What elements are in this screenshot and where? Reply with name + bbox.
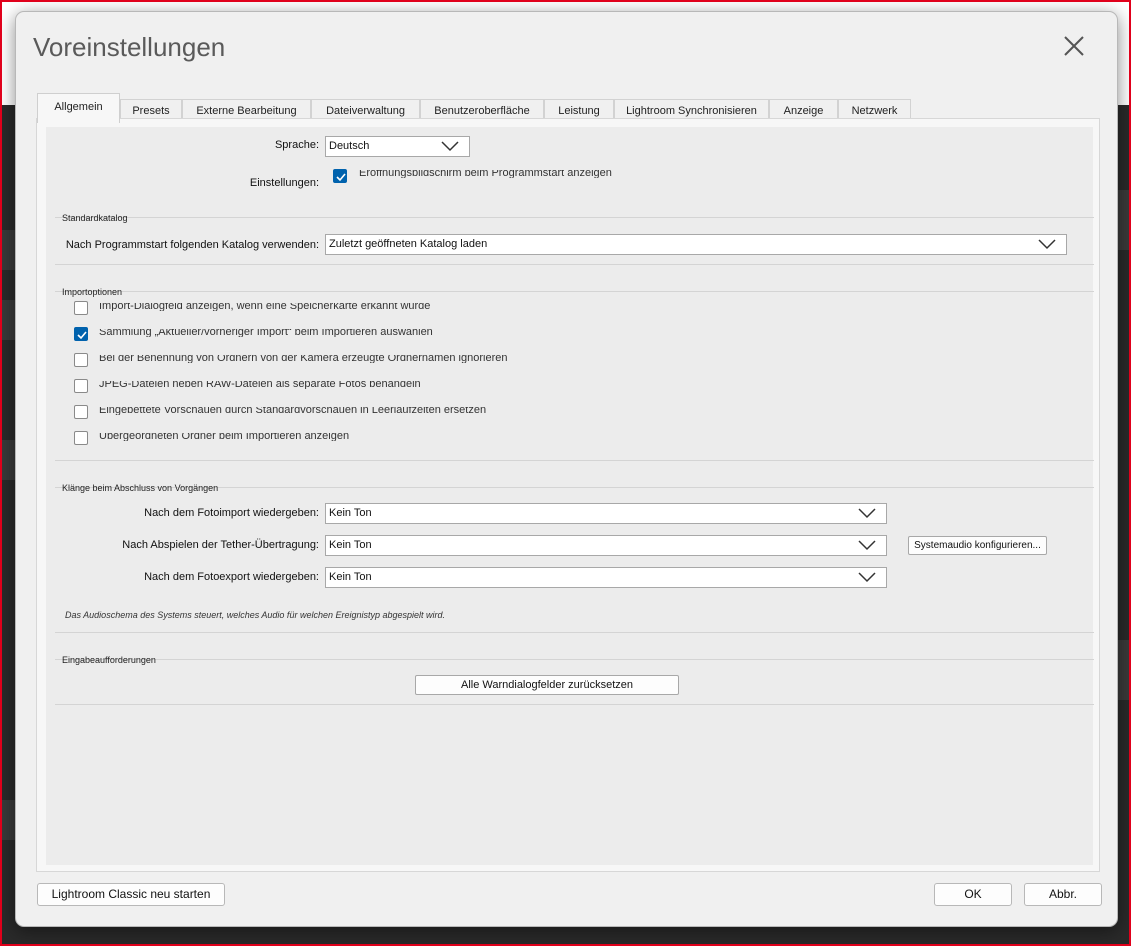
import-option-checkbox[interactable] [74, 379, 88, 393]
chevron-down-icon [858, 572, 876, 583]
settings-label: Einstellungen: [249, 177, 319, 189]
sound-tether-select[interactable]: Kein Ton [325, 535, 887, 556]
sound-tether-value: Kein Ton [329, 539, 372, 551]
group-importoptionen: Importoptionen Import-Dialogfeld anzeige… [55, 287, 1094, 461]
import-option-checkbox[interactable] [74, 327, 88, 341]
group-title-klaenge: Klänge beim Abschluss von Vorgängen [62, 483, 219, 493]
close-icon[interactable] [1060, 32, 1088, 60]
import-option-checkbox[interactable] [74, 301, 88, 315]
import-option-checkbox[interactable] [74, 405, 88, 419]
catalog-label: Nach Programmstart folgenden Katalog ver… [65, 239, 319, 251]
splash-screen-label: Eröffnungsbildschirm beim Programmstart … [359, 170, 612, 178]
group-standardkatalog: Standardkatalog Nach Programmstart folge… [55, 213, 1094, 265]
sound-export-value: Kein Ton [329, 571, 372, 583]
tab-panel-allgemein: Sprache: Deutsch Einstellungen: Eröffnun… [36, 118, 1100, 872]
import-option-checkbox[interactable] [74, 353, 88, 367]
import-option-label: Sammlung „Aktueller/vorheriger Import“ b… [99, 329, 433, 337]
background-panel [0, 800, 16, 840]
sound-import-value: Kein Ton [329, 507, 372, 519]
sound-export-select[interactable]: Kein Ton [325, 567, 887, 588]
cancel-button[interactable]: Abbr. [1024, 883, 1102, 906]
import-option-label: JPEG-Dateien neben RAW-Dateien als separ… [99, 381, 421, 389]
sound-import-label: Nach dem Fotoimport wiedergeben: [144, 507, 319, 519]
language-select-value: Deutsch [329, 140, 370, 152]
panel-content: Sprache: Deutsch Einstellungen: Eröffnun… [46, 127, 1094, 865]
splash-screen-checkbox[interactable] [333, 169, 347, 183]
configure-system-audio-button[interactable]: Systemaudio konfigurieren... [908, 536, 1047, 555]
import-option-checkbox[interactable] [74, 431, 88, 445]
group-title-importoptionen: Importoptionen [62, 287, 123, 297]
chevron-down-icon [441, 141, 459, 152]
reset-warnings-button[interactable]: Alle Warndialogfelder zurücksetzen [415, 675, 679, 695]
checkmark-icon [336, 173, 346, 182]
background-panel [0, 440, 16, 480]
group-title-eingabeaufforderungen: Eingabeaufforderungen [62, 655, 156, 665]
chevron-down-icon [858, 540, 876, 551]
preferences-dialog: Voreinstellungen Allgemein Presets Exter… [15, 11, 1118, 927]
group-title-standardkatalog: Standardkatalog [62, 213, 128, 223]
tab-allgemein[interactable]: Allgemein [37, 93, 120, 123]
audio-scheme-note: Das Audioschema des Systems steuert, wel… [65, 610, 446, 620]
catalog-select-value: Zuletzt geöffneten Katalog laden [329, 238, 488, 250]
import-option-label: Bei der Benennung von Ordnern von der Ka… [99, 355, 508, 363]
sound-tether-label: Nach Abspielen der Tether-Übertragung: [122, 539, 319, 551]
group-klaenge: Klänge beim Abschluss von Vorgängen Nach… [55, 483, 1094, 633]
import-option-label: Import-Dialogfeld anzeigen, wenn eine Sp… [99, 303, 431, 311]
chevron-down-icon [1038, 239, 1056, 250]
background-panel [1118, 640, 1131, 700]
import-option-label: Eingebettete Vorschauen durch Standardvo… [99, 407, 487, 415]
group-eingabeaufforderungen: Eingabeaufforderungen Alle Warndialogfel… [55, 655, 1094, 705]
checkmark-icon [77, 331, 87, 340]
sound-export-label: Nach dem Fotoexport wiedergeben: [144, 571, 319, 583]
background-panel [1118, 190, 1131, 250]
chevron-down-icon [858, 508, 876, 519]
restart-lightroom-button[interactable]: Lightroom Classic neu starten [37, 883, 225, 906]
background-panel [0, 300, 16, 340]
sound-import-select[interactable]: Kein Ton [325, 503, 887, 524]
language-label: Sprache: [274, 139, 319, 151]
import-option-label: Übergeordneten Ordner beim Importieren a… [99, 433, 350, 441]
catalog-select[interactable]: Zuletzt geöffneten Katalog laden [325, 234, 1067, 255]
dialog-title: Voreinstellungen [33, 32, 226, 62]
ok-button[interactable]: OK [934, 883, 1012, 906]
background-panel [0, 230, 16, 270]
language-select[interactable]: Deutsch [325, 136, 470, 157]
